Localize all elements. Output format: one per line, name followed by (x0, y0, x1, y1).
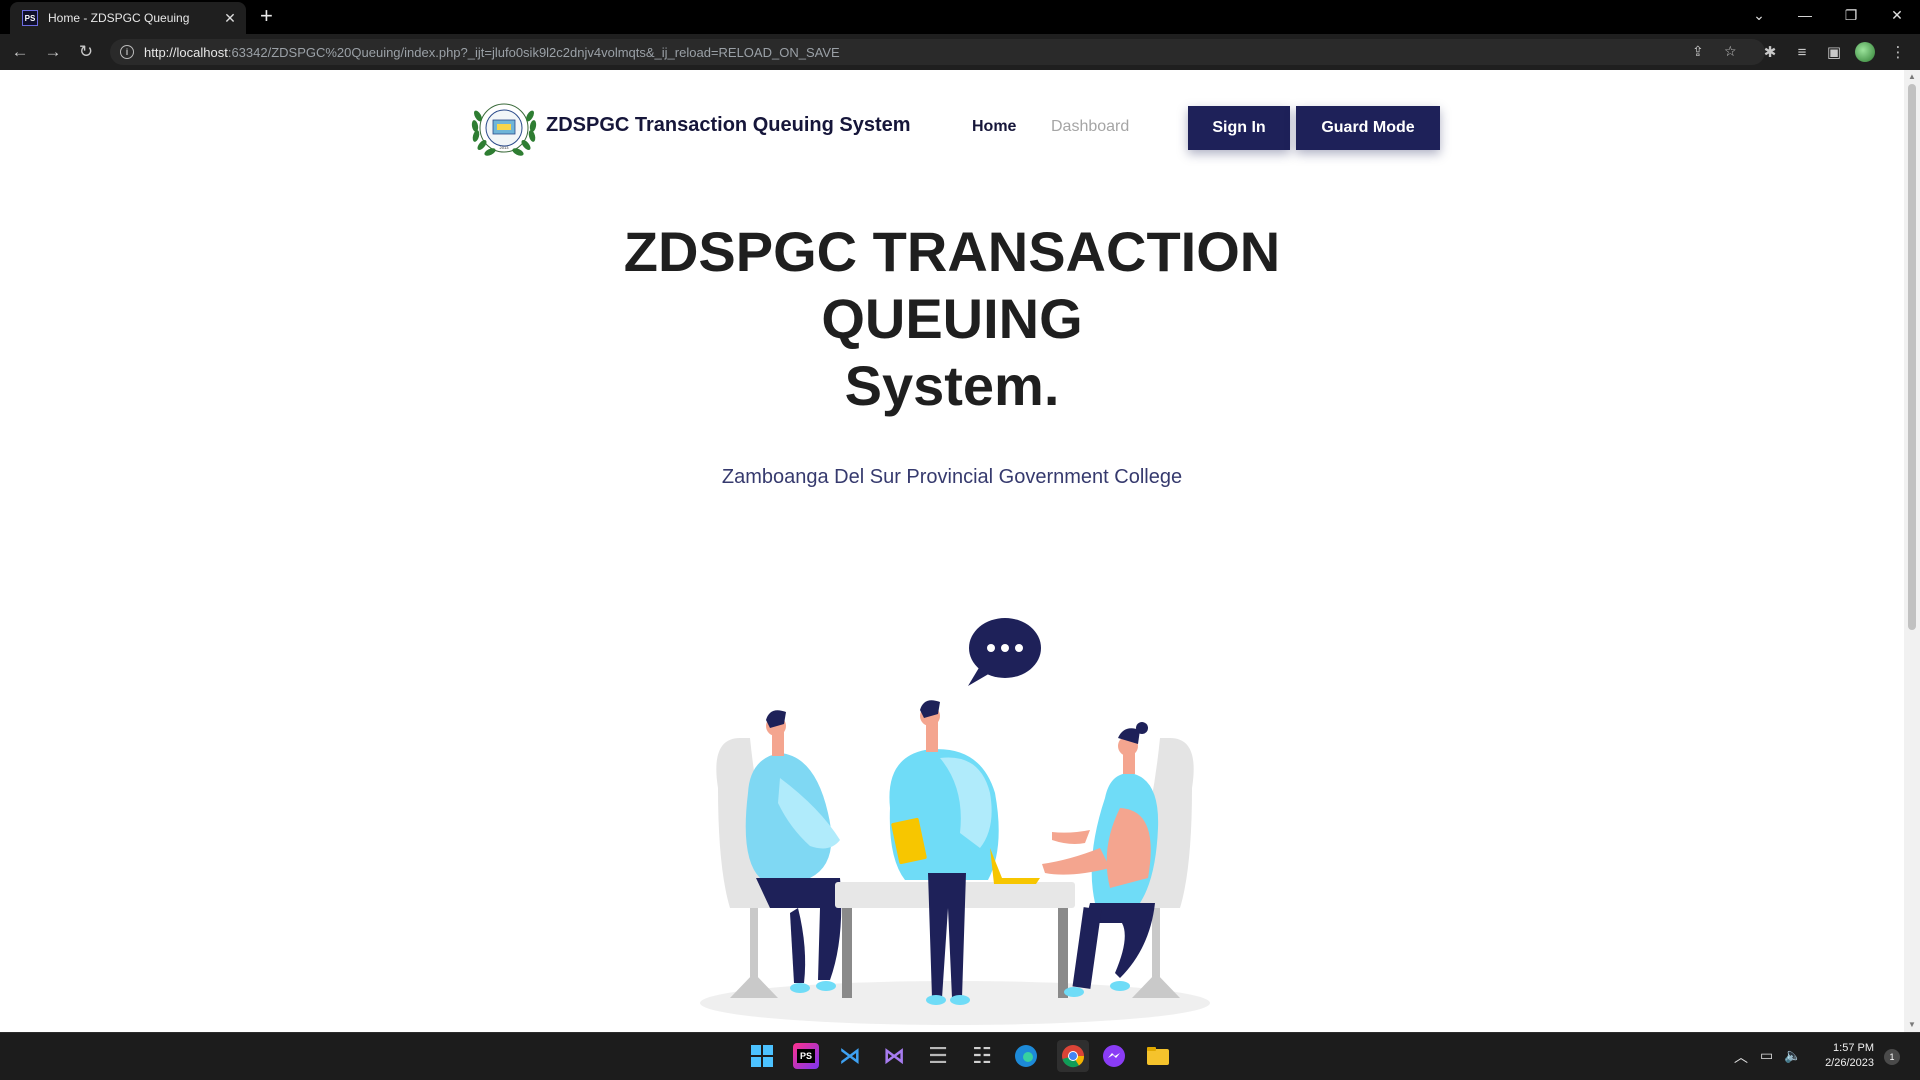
messenger-icon[interactable] (1101, 1043, 1127, 1069)
hero-title-highlight-word: System (844, 354, 1045, 417)
phpstorm-favicon-icon: PS (22, 10, 38, 26)
windows-start-icon[interactable] (749, 1043, 775, 1069)
close-tab-icon[interactable]: ✕ (222, 10, 238, 27)
network-icon[interactable]: ▭ (1760, 1047, 1773, 1064)
scroll-up-icon[interactable]: ▲ (1908, 72, 1916, 81)
hero-subtitle: Zamboanga Del Sur Provincial Government … (721, 466, 1183, 488)
clock-time: 1:57 PM (1833, 1042, 1874, 1054)
profile-avatar[interactable] (1855, 42, 1875, 62)
show-hidden-icons-icon[interactable]: ︿ (1734, 1047, 1748, 1067)
browser-toolbar: ← → ↻ i http://localhost:63342/ZDSPGC%20… (0, 34, 1920, 70)
reading-list-icon[interactable]: ≡ (1790, 40, 1814, 64)
site-info-icon[interactable]: i (120, 45, 134, 59)
back-icon[interactable]: ← (8, 40, 32, 64)
sign-in-button[interactable]: Sign In (1188, 106, 1290, 150)
reload-icon[interactable]: ↻ (74, 40, 98, 64)
volume-icon[interactable]: 🔈 (1784, 1047, 1801, 1064)
meeting-illustration (700, 618, 1210, 1025)
hero-title-line-2: QUEUING (821, 287, 1083, 350)
svg-text:2013: 2013 (500, 145, 510, 150)
college-seal-logo: 2013 (471, 103, 537, 156)
hero-title-line-1: ZDSPGC TRANSACTION (623, 220, 1281, 283)
nav-link-home[interactable]: Home (972, 118, 1016, 136)
hero-title-dot: . (1043, 354, 1060, 417)
browser-tab[interactable]: PS Home - ZDSPGC Queuing ✕ (10, 2, 246, 34)
nav-link-dashboard[interactable]: Dashboard (1051, 118, 1129, 136)
windows-taskbar: PS ⋊ ⋈ ☰ ☷ ︿ ▭ 🔈 1:57 PM 2/26/2023 1 (0, 1032, 1920, 1080)
minimize-icon[interactable]: — (1782, 0, 1828, 30)
guard-mode-button[interactable]: Guard Mode (1296, 106, 1440, 150)
new-tab-icon[interactable]: + (260, 4, 273, 28)
address-bar[interactable]: i http://localhost:63342/ZDSPGC%20Queuin… (110, 39, 1765, 65)
forward-icon[interactable]: → (41, 40, 65, 64)
menu-kebab-icon[interactable]: ⋮ (1886, 40, 1910, 64)
page-scrollbar[interactable]: ▲ ▼ (1904, 70, 1920, 1032)
extensions-puzzle-icon[interactable]: ✱ (1758, 40, 1782, 64)
hero-title: ZDSPGC TRANSACTION QUEUING (0, 218, 1904, 352)
speech-bubble-icon (968, 618, 1041, 686)
notification-badge[interactable]: 1 (1884, 1049, 1900, 1065)
phpstorm-icon[interactable]: PS (793, 1043, 819, 1069)
clock-date: 2/26/2023 (1825, 1057, 1874, 1069)
page-content: 2013 ZDSPGC Transaction Queuing System H… (0, 70, 1904, 1032)
edge-icon[interactable] (1013, 1043, 1039, 1069)
side-panel-icon[interactable]: ▣ (1822, 40, 1846, 64)
visual-studio-icon[interactable]: ⋈ (881, 1043, 907, 1069)
site-brand-title[interactable]: ZDSPGC Transaction Queuing System (546, 114, 911, 137)
file-explorer-icon[interactable] (1145, 1043, 1171, 1069)
scrollbar-thumb[interactable] (1908, 84, 1916, 630)
system-clock[interactable]: 1:57 PM 2/26/2023 (1810, 1041, 1874, 1071)
hero-title-system: System. (0, 352, 1904, 419)
tab-search-icon[interactable]: ⌄ (1736, 0, 1782, 30)
tab-title: Home - ZDSPGC Queuing (48, 11, 190, 25)
database-icon[interactable]: ☰ (925, 1043, 951, 1069)
scroll-down-icon[interactable]: ▼ (1908, 1020, 1916, 1029)
vscode-icon[interactable]: ⋊ (837, 1043, 863, 1069)
restore-icon[interactable]: ❐ (1828, 0, 1874, 30)
share-icon[interactable]: ⇪ (1692, 43, 1704, 60)
url-text[interactable]: http://localhost:63342/ZDSPGC%20Queuing/… (144, 45, 840, 60)
database-2-icon[interactable]: ☷ (969, 1043, 995, 1069)
chrome-icon[interactable] (1057, 1040, 1089, 1072)
bookmark-star-icon[interactable]: ☆ (1724, 43, 1737, 60)
browser-title-bar: PS Home - ZDSPGC Queuing ✕ + ⌄ — ❐ ✕ (0, 0, 1920, 34)
close-window-icon[interactable]: ✕ (1874, 0, 1920, 30)
